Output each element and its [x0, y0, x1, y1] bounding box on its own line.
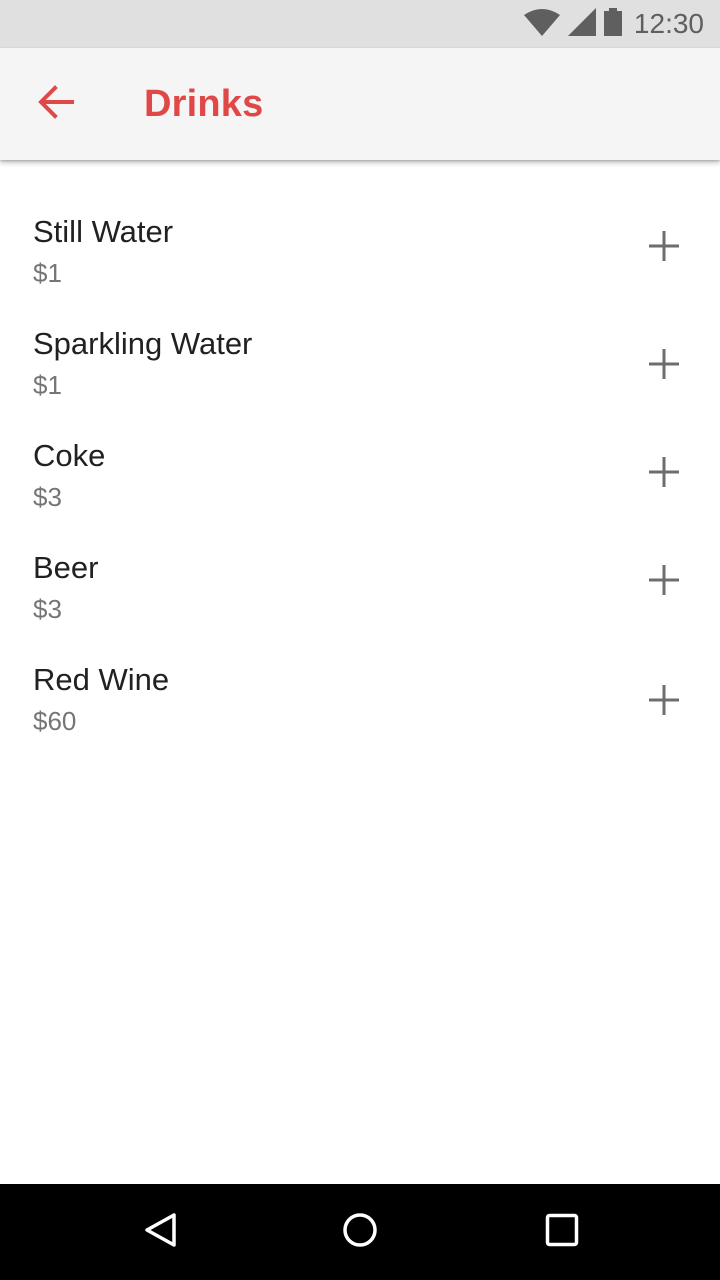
home-circle-icon	[342, 1212, 378, 1253]
item-price: $1	[33, 258, 62, 288]
status-bar: 12:30	[0, 0, 720, 48]
list-item[interactable]: Sparkling Water $1	[0, 326, 720, 438]
plus-icon	[649, 230, 679, 266]
nav-back-button[interactable]	[128, 1200, 192, 1264]
plus-icon	[649, 456, 679, 492]
item-name: Sparkling Water	[33, 326, 253, 361]
item-name: Beer	[33, 550, 99, 585]
add-button[interactable]	[632, 550, 696, 614]
status-icons: 12:30	[523, 0, 704, 48]
item-price: $3	[33, 594, 62, 624]
plus-icon	[649, 684, 679, 720]
item-price: $3	[33, 482, 62, 512]
add-button[interactable]	[632, 334, 696, 398]
item-name: Red Wine	[33, 662, 170, 697]
nav-home-button[interactable]	[328, 1200, 392, 1264]
nav-recents-button[interactable]	[530, 1200, 594, 1264]
app-bar: Drinks	[0, 48, 720, 160]
battery-icon	[603, 7, 622, 41]
list-item[interactable]: Red Wine $60	[0, 662, 720, 774]
cell-signal-icon	[567, 7, 596, 41]
list-item[interactable]: Coke $3	[0, 438, 720, 550]
add-button[interactable]	[632, 442, 696, 506]
recents-square-icon	[545, 1213, 579, 1252]
navigation-bar	[0, 1184, 720, 1280]
wifi-icon	[523, 8, 560, 41]
item-price: $60	[33, 706, 77, 736]
plus-icon	[649, 564, 679, 600]
plus-icon	[649, 348, 679, 384]
back-button[interactable]	[24, 72, 88, 136]
add-button[interactable]	[632, 216, 696, 280]
add-button[interactable]	[632, 670, 696, 734]
item-name: Coke	[33, 438, 106, 473]
page-title: Drinks	[144, 83, 264, 125]
screen: 12:30 Drinks Still Water $1 Sparkling Wa…	[0, 0, 720, 1280]
item-name: Still Water	[33, 214, 174, 249]
list-item[interactable]: Still Water $1	[0, 214, 720, 326]
status-time: 12:30	[633, 8, 704, 39]
list-item[interactable]: Beer $3	[0, 550, 720, 662]
arrow-back-icon	[38, 84, 74, 125]
back-triangle-icon	[143, 1212, 177, 1253]
item-price: $1	[33, 370, 62, 400]
